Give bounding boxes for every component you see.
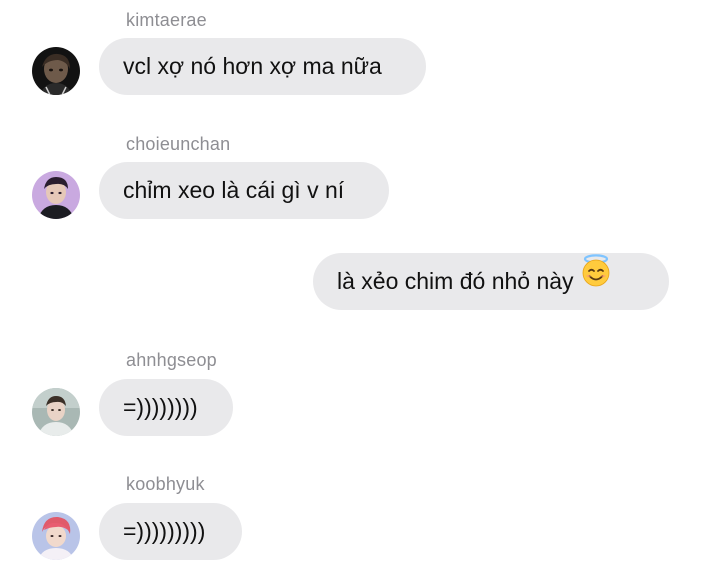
message-bubble[interactable]: =)))))))): [99, 379, 233, 436]
sender-name: koobhyuk: [126, 474, 205, 494]
smiling-face-with-halo-icon: [580, 252, 612, 309]
message-bubble[interactable]: vcl xợ nó hơn xợ ma nữa: [99, 38, 426, 95]
chat-thread: kimtaerae vcl xợ nó hơn xợ ma nữa choieu…: [0, 0, 720, 572]
sender-name: kimtaerae: [126, 10, 207, 30]
avatar[interactable]: [32, 171, 80, 219]
message-text: là xẻo chim đó nhỏ này: [337, 268, 574, 294]
message-bubble[interactable]: chỉm xeo là cái gì v ní: [99, 162, 389, 219]
avatar[interactable]: [32, 512, 80, 560]
message-bubble-outgoing[interactable]: là xẻo chim đó nhỏ này: [313, 253, 669, 310]
sender-name: choieunchan: [126, 134, 231, 154]
avatar[interactable]: [32, 388, 80, 436]
sender-name: ahnhgseop: [126, 350, 217, 370]
avatar[interactable]: [32, 47, 80, 95]
message-bubble[interactable]: =))))))))): [99, 503, 242, 560]
